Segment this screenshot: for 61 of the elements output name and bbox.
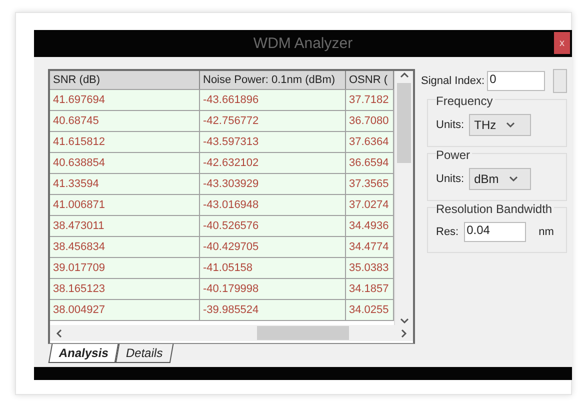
scroll-left-icon[interactable] (56, 328, 62, 338)
field-label: Units: (436, 119, 464, 131)
table-cell: 37.6364 (346, 132, 394, 152)
scroll-right-icon[interactable] (401, 328, 407, 338)
tab[interactable]: Analysis (48, 344, 120, 363)
table-cell: 37.3565 (346, 174, 394, 194)
column-header[interactable]: Noise Power: 0.1nm (dBm) (200, 71, 346, 89)
table-cell: 41.33594 (50, 174, 200, 194)
table-cell: -40.526576 (200, 216, 346, 236)
table-cell: -42.756772 (200, 111, 346, 131)
units-dropdown[interactable]: THz (469, 114, 532, 136)
signal-index-field[interactable]: 0 (486, 71, 545, 91)
scroll-thumb[interactable] (257, 326, 349, 340)
column-header[interactable]: SNR (dB) (50, 71, 200, 89)
table-cell: 34.1857 (346, 279, 394, 299)
table-cell: 41.006871 (50, 195, 200, 215)
table-cell: -41.05158 (200, 258, 346, 278)
table-cell: 37.7182 (346, 90, 394, 110)
table-cell: 38.165123 (50, 279, 200, 299)
table-cell: 38.456834 (50, 237, 200, 257)
table-cell: -40.429705 (200, 237, 346, 257)
group-title: Frequency (436, 94, 495, 108)
table-cell: 40.68745 (50, 111, 200, 131)
table-cell: -43.303929 (200, 174, 346, 194)
table-cell: -43.597313 (200, 132, 346, 152)
tab[interactable]: Details (116, 344, 174, 363)
table-cell: 39.017709 (50, 258, 200, 278)
table-cell: 38.473011 (50, 216, 200, 236)
table-cell: 34.4936 (346, 216, 394, 236)
table-cell: 37.0274 (346, 195, 394, 215)
vertical-scrollbar[interactable] (394, 71, 413, 325)
chevron-down-icon (508, 176, 518, 182)
unit-label: nm (538, 226, 554, 238)
resolution-field[interactable]: 0.04 (464, 222, 526, 242)
horizontal-scrollbar[interactable] (50, 325, 413, 341)
column-header[interactable]: OSNR ( (346, 71, 394, 89)
table-cell: 34.0255 (346, 300, 394, 320)
table-cell: 35.0383 (346, 258, 394, 278)
scroll-up-icon[interactable] (400, 71, 408, 79)
field-label: Res: (436, 226, 459, 238)
table-cell: 41.615812 (50, 132, 200, 152)
window-title: WDM Analyzer (253, 35, 353, 52)
group-title: Resolution Bandwidth (436, 202, 554, 216)
table-cell: -40.179998 (200, 279, 346, 299)
scroll-thumb[interactable] (397, 83, 411, 163)
table-cell: 41.697694 (50, 90, 200, 110)
chevron-down-icon (506, 122, 516, 128)
table-cell: 36.6594 (346, 153, 394, 173)
table-cell: -43.016948 (200, 195, 346, 215)
group-title: Power (436, 148, 472, 162)
table-cell: -39.985524 (200, 300, 346, 320)
units-dropdown[interactable]: dBm (469, 168, 532, 190)
table-cell: 40.638854 (50, 153, 200, 173)
field-label: Units: (436, 173, 464, 185)
table-cell: -42.632102 (200, 153, 346, 173)
table-cell: 38.004927 (50, 300, 200, 320)
scroll-down-icon[interactable] (400, 317, 408, 325)
table-cell: -43.661896 (200, 90, 346, 110)
table-cell: 34.4774 (346, 237, 394, 257)
table-cell: 36.7080 (346, 111, 394, 131)
field-label: Signal Index: (421, 75, 485, 87)
